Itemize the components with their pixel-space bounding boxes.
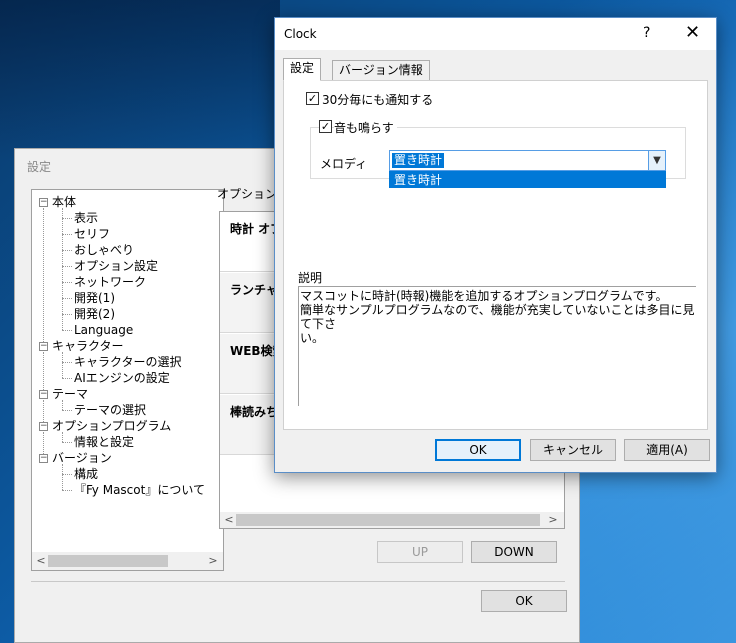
tree-collapse-icon[interactable]: − [39,454,48,463]
tree-leaf-label: 表示 [74,211,99,225]
tree-leaf-label: 情報と設定 [74,435,135,449]
list-horizontal-scrollbar[interactable]: < > [220,512,564,528]
tree-leaf-label: テーマの選択 [74,403,147,417]
tree-collapse-icon[interactable]: − [39,342,48,351]
description-top-border [298,286,696,287]
tree-leaf-label: Language [74,323,134,337]
description-text: マスコットに時計(時報)機能を追加するオプションプログラムです。 簡単なサンプル… [300,289,696,345]
description-left-border [298,286,299,406]
tree-connector [62,378,72,379]
clock-cancel-button[interactable]: キャンセル [530,439,616,461]
tree-connector [43,400,44,422]
clock-dialog-title: Clock [284,27,317,41]
tree-connector [62,474,72,475]
tree-leaf-label: オプション設定 [74,259,159,273]
tree-leaf-label: 構成 [74,467,99,481]
tab-settings[interactable]: 設定 [283,58,322,81]
tab-version-info[interactable]: バージョン情報 [332,60,430,81]
tree-collapse-icon[interactable]: − [39,198,48,207]
notify-30min-label: 30分毎にも通知する [322,93,434,107]
tree-node-label: バージョン [52,451,112,465]
tree-connector [62,266,72,267]
tree-connector [62,330,72,331]
list-item-label: 棒読みち [230,405,279,419]
scroll-left-icon[interactable]: < [34,554,48,567]
clock-dialog: Clock ? ✕ 設定 バージョン情報 ✓ 30分毎にも通知する ✓ 音も鳴ら… [274,17,717,473]
tree-horizontal-scrollbar[interactable]: < > [32,552,223,570]
tree-connector [62,352,63,378]
notify-30min-checkbox[interactable]: ✓ [306,92,319,105]
clock-titlebar[interactable]: Clock ? ✕ [275,18,716,50]
tree-node-label: 本体 [52,195,77,209]
tree-connector [43,208,44,342]
melody-dropdown-option[interactable]: 置き時計 [389,171,666,188]
tree-connector [62,410,72,411]
play-sound-label: 音も鳴らす [334,119,397,136]
tree-leaf-label: ネットワーク [74,275,147,289]
close-icon[interactable]: ✕ [685,22,700,43]
tree-leaf-label: 開発(2) [74,307,115,321]
chevron-down-icon[interactable]: ▼ [648,151,665,170]
tree-connector [62,362,72,363]
description-line: マスコットに時計(時報)機能を追加するオプションプログラムです。 [300,289,668,303]
tree-connector [43,432,44,454]
tree-collapse-icon[interactable]: − [39,422,48,431]
clock-apply-button[interactable]: 適用(A) [624,439,710,461]
scroll-right-icon[interactable]: > [206,554,220,567]
settings-tab-panel: ✓ 30分毎にも通知する ✓ 音も鳴らす メロディ 置き時計 ▼ 置き時計 説明… [283,80,708,430]
tree-connector [62,298,72,299]
melody-label: メロディ [320,157,368,171]
tree-connector [62,464,63,490]
tree-connector [62,400,63,410]
tree-collapse-icon[interactable]: − [39,390,48,399]
clock-ok-button[interactable]: OK [435,439,521,461]
tree-leaf-label: おしゃべり [74,243,135,257]
tree-leaf-label: キャラクターの選択 [74,355,182,369]
scroll-left-icon[interactable]: < [222,513,236,526]
tree-connector [62,432,63,442]
play-sound-checkbox[interactable]: ✓ [319,120,332,133]
tree-connector [62,442,72,443]
settings-window-title: 設定 [27,160,52,174]
scroll-right-icon[interactable]: > [546,513,560,526]
settings-tree[interactable]: − 本体 表示 セリフ おしゃべり オプション設定 ネットワーク 開発(1) 開発(2) Lang… [31,189,224,571]
tree-leaf-label: セリフ [74,227,111,241]
tree-connector [62,208,63,330]
list-scroll-thumb[interactable] [236,514,540,526]
description-label: 説明 [298,271,323,285]
tree-connector [62,314,72,315]
up-button[interactable]: UP [377,541,463,563]
settings-ok-button[interactable]: OK [481,590,567,612]
tree-connector [62,490,72,491]
tree-connector [62,282,72,283]
desktop-shadow [0,0,280,160]
tree-leaf-label: AIエンジンの設定 [74,371,170,385]
tree-connector [62,250,72,251]
melody-select-value: 置き時計 [392,153,445,168]
down-button[interactable]: DOWN [471,541,557,563]
tree-node-label: オプションプログラム [52,419,172,433]
tree-connector [62,234,72,235]
help-icon[interactable]: ? [643,25,650,41]
description-line: 簡単なサンプルプログラムなので、機能が充実していないことは多目に見て下さ [300,303,695,331]
tree-connector [62,218,72,219]
melody-select[interactable]: 置き時計 ▼ [389,150,666,171]
settings-separator [31,581,565,582]
tree-connector [43,352,44,390]
tree-leaf-label: 『Fy Mascot』について [74,483,205,497]
tree-leaf-label: 開発(1) [74,291,115,305]
description-line: い。 [300,331,325,345]
tree-scroll-thumb[interactable] [48,555,168,567]
tree-node-label: テーマ [52,387,89,401]
